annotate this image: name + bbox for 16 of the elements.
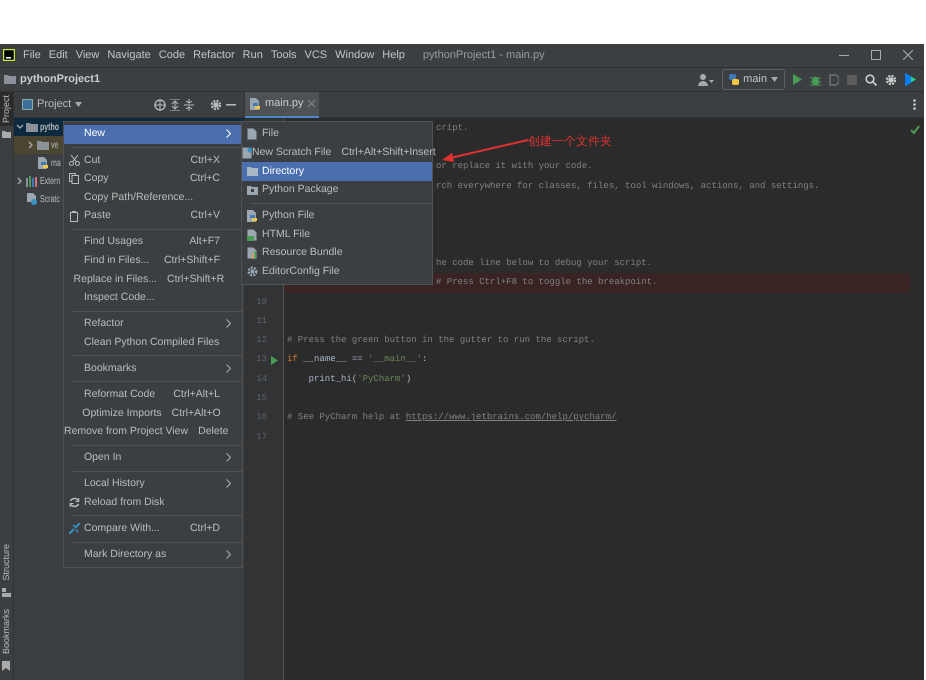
code-text: rch everywhere for classes, files, tool windows, actions, and settings. <box>436 180 820 193</box>
code-text: if <box>287 353 298 366</box>
code-text: __name__ == <box>302 353 364 366</box>
code-text: : <box>422 353 428 366</box>
code-text: '__main__' <box>368 353 422 366</box>
code-text: # Press Ctrl+F8 to toggle the breakpoint. <box>436 276 658 290</box>
annotation-text: 创建一个文件夹 <box>528 133 612 150</box>
code-text: he code line below to debug your script. <box>436 256 652 270</box>
code-text: cript. <box>436 122 468 135</box>
code-text: # Press the green button in the gutter to run the script. <box>287 334 595 348</box>
code-text: print_hi( <box>308 372 358 386</box>
code-text: 'PyCharm' <box>357 372 406 386</box>
code-text: or replace it with your code. <box>436 160 593 174</box>
window-title: pythonProject1 - main.py <box>422 48 545 64</box>
code-text: ) <box>406 372 412 386</box>
code-text: # See PyCharm help at <box>287 411 402 424</box>
